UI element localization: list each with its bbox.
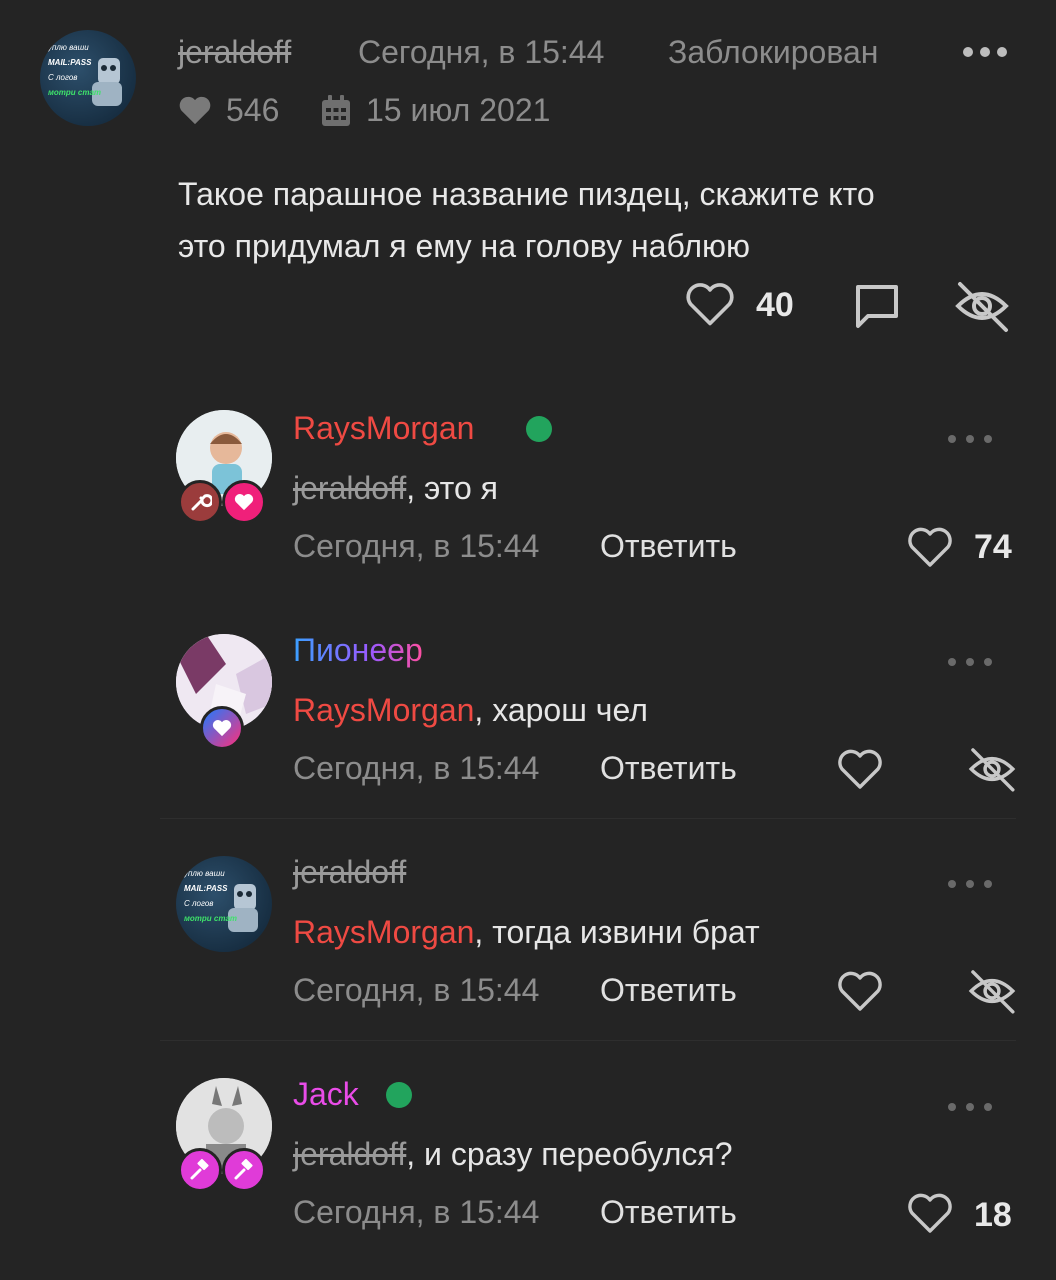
comment-body: , харош чел <box>474 692 648 728</box>
online-indicator <box>386 1082 412 1108</box>
heart-icon <box>212 720 232 737</box>
post-like-icon[interactable] <box>684 280 736 333</box>
comment-like-count: 18 <box>974 1196 1012 1234</box>
comment-time: Сегодня, в 15:44 <box>293 1194 540 1230</box>
wrench-icon <box>191 494 212 511</box>
reply-button[interactable]: Ответить <box>600 528 737 565</box>
mention-link[interactable]: jeraldoff <box>293 470 406 506</box>
avatar-text-3: С логов <box>48 73 78 82</box>
avatar-text-2: MAIL:PASS <box>48 58 92 67</box>
avatar-text-3: С логов <box>184 899 214 908</box>
reply-button[interactable]: Ответить <box>600 1194 737 1231</box>
gavel-icon <box>234 1158 253 1180</box>
reputation-heart-icon <box>178 94 212 131</box>
post-more-icon[interactable] <box>960 44 1010 65</box>
online-indicator <box>526 416 552 442</box>
reputation-count: 546 <box>226 92 280 128</box>
moderator-badge <box>178 480 222 524</box>
comment-body: , тогда извини брат <box>474 914 760 950</box>
comment-icon[interactable] <box>852 282 902 335</box>
post-author-avatar[interactable]: уплю ваши MAIL:PASS С логов мотри стат <box>40 30 136 126</box>
gavel-badge <box>222 1148 266 1192</box>
mention-link[interactable]: RaysMorgan <box>293 914 474 950</box>
comment-body: , и сразу переобулся? <box>406 1136 733 1172</box>
post-body: Такое парашное название пиздец, скажите … <box>178 168 875 272</box>
comment-text: jeraldoff, и сразу переобулся? <box>293 1136 732 1173</box>
mention-link[interactable]: RaysMorgan <box>293 692 474 728</box>
hide-eye-icon[interactable] <box>966 744 1018 799</box>
hide-eye-icon[interactable] <box>966 966 1018 1021</box>
post-text-line-2: это придумал я ему на голову наблюю <box>178 228 751 264</box>
supporter-badge <box>200 706 244 750</box>
comment-time: Сегодня, в 15:44 <box>293 972 540 1008</box>
supporter-badge <box>222 480 266 524</box>
comment-like-icon[interactable] <box>836 746 884 797</box>
reply-button[interactable]: Ответить <box>600 750 737 787</box>
comment-author[interactable]: jeraldoff <box>293 854 406 891</box>
comment-avatar-jeraldoff[interactable]: уплю ваши MAIL:PASS С логов мотри стат <box>176 856 272 952</box>
avatar-text-4: мотри стат <box>184 914 238 923</box>
comment-author[interactable]: RaysMorgan <box>293 410 474 447</box>
comment-author[interactable]: Пионеер <box>293 632 423 669</box>
mention-link[interactable]: jeraldoff <box>293 1136 406 1172</box>
heart-icon <box>234 494 254 511</box>
comment-text: RaysMorgan, харош чел <box>293 692 648 729</box>
comment-like-icon[interactable] <box>906 1190 954 1241</box>
comment-text: jeraldoff, это я <box>293 470 498 507</box>
comment-like-icon[interactable] <box>906 524 954 575</box>
hide-eye-icon[interactable] <box>952 278 1012 339</box>
comment-like-icon[interactable] <box>836 968 884 1019</box>
comment-more-icon[interactable] <box>946 1100 996 1119</box>
comment-more-icon[interactable] <box>946 432 996 451</box>
gavel-badge <box>178 1148 222 1192</box>
comment-divider <box>160 1040 1016 1041</box>
comment-divider <box>160 818 1016 819</box>
post-author-name[interactable]: jeraldoff <box>178 34 291 71</box>
post-like-count: 40 <box>756 286 794 324</box>
comment-time: Сегодня, в 15:44 <box>293 528 540 564</box>
comment-text: RaysMorgan, тогда извини брат <box>293 914 760 951</box>
comment-more-icon[interactable] <box>946 877 996 896</box>
gavel-icon <box>190 1158 209 1180</box>
comment-like-count: 74 <box>974 528 1012 566</box>
comment-body: , это я <box>406 470 498 506</box>
avatar-text-4: мотри стат <box>48 88 102 97</box>
comment-time: Сегодня, в 15:44 <box>293 750 540 786</box>
comment-more-icon[interactable] <box>946 655 996 674</box>
comment-author[interactable]: Jack <box>293 1076 359 1113</box>
avatar-text-2: MAIL:PASS <box>184 884 228 893</box>
calendar-icon <box>320 94 352 133</box>
avatar-text-1: уплю ваши <box>184 869 225 878</box>
reply-button[interactable]: Ответить <box>600 972 737 1009</box>
post-time: Сегодня, в 15:44 <box>358 34 605 70</box>
post-status: Заблокирован <box>668 34 879 70</box>
post-text-line-1: Такое парашное название пиздец, скажите … <box>178 176 875 212</box>
registration-date: 15 июл 2021 <box>366 92 551 128</box>
avatar-text-1: уплю ваши <box>48 43 89 52</box>
